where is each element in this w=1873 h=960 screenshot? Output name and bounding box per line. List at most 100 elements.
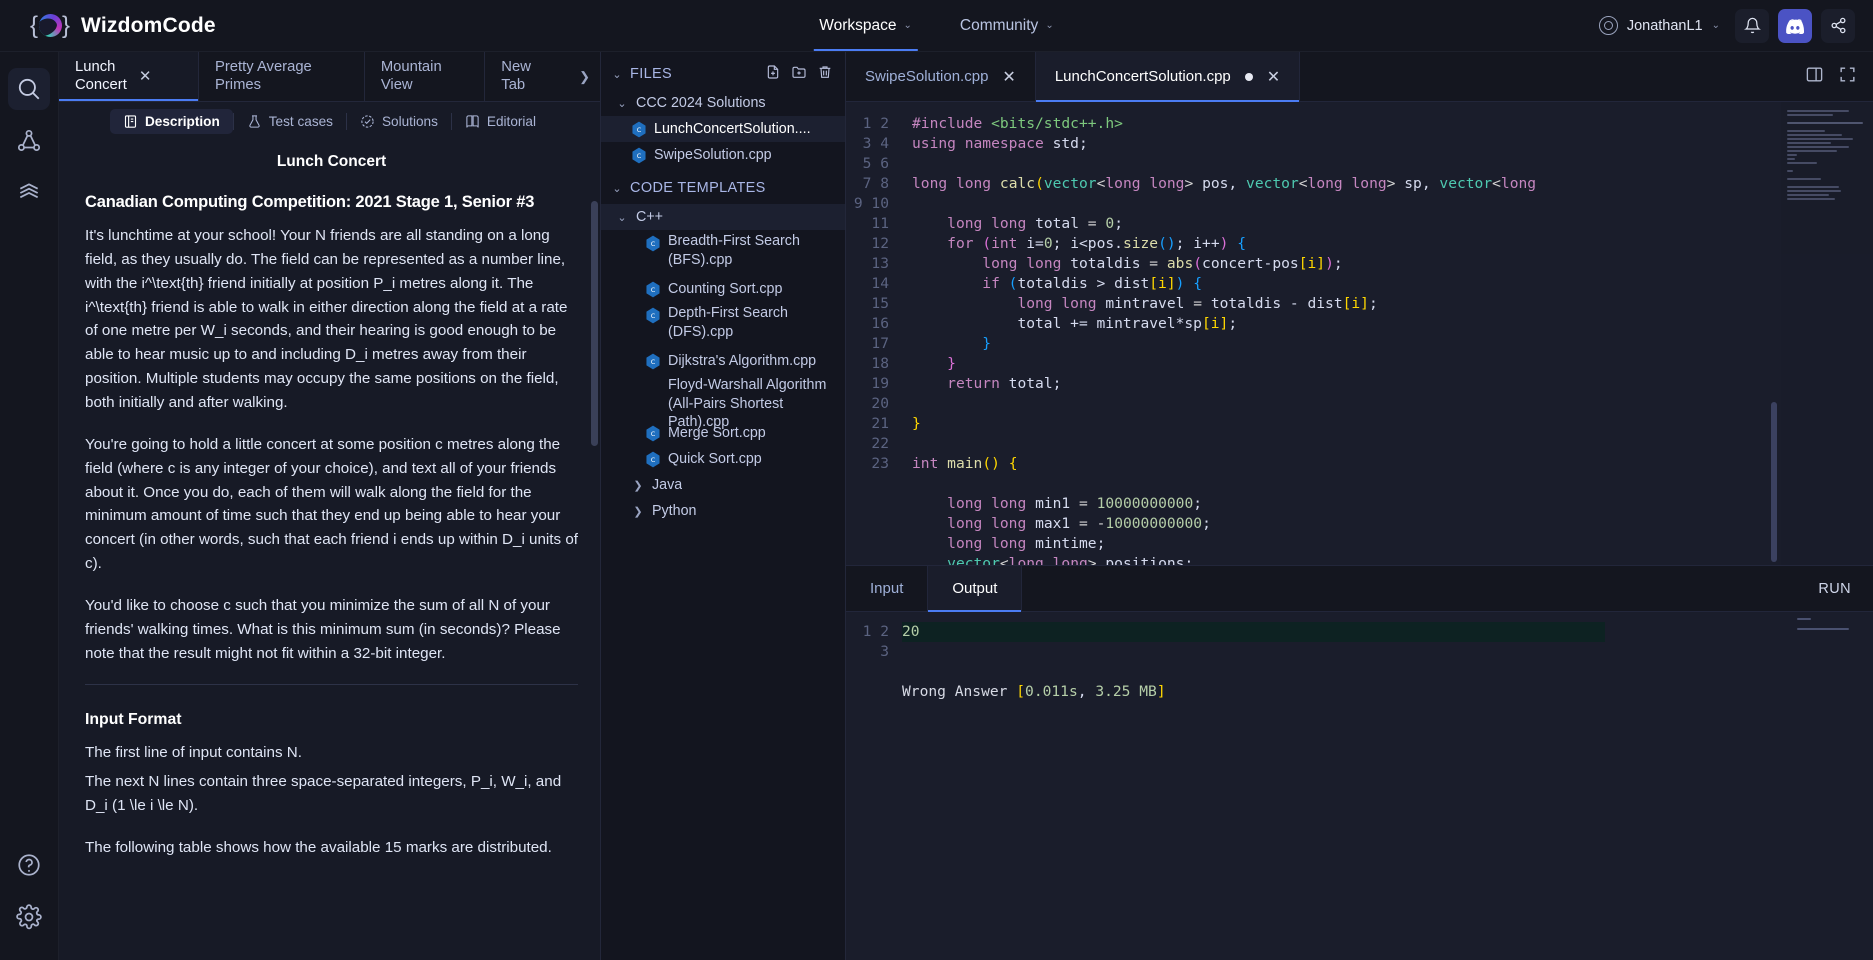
nav-item-community[interactable]: Community ⌄ xyxy=(936,0,1078,51)
cpp-file-icon: C xyxy=(645,353,661,370)
nav-item-workspace[interactable]: Workspace ⌄ xyxy=(795,0,936,51)
description-icon xyxy=(123,114,138,129)
io-panel: Input Output RUN 1 2 3 20 Wrong Answer [… xyxy=(846,565,1873,960)
brand[interactable]: { } WizdomCode xyxy=(0,9,216,43)
file-dijkstra[interactable]: C Dijkstra's Algorithm.cpp xyxy=(601,348,845,374)
help-circle-icon xyxy=(16,852,42,878)
problem-panel: Lunch Concert ✕ Pretty Average Primes Mo… xyxy=(59,52,601,960)
delete-button[interactable] xyxy=(817,64,833,84)
flask-icon xyxy=(247,114,262,129)
chevron-right-icon[interactable]: ❯ xyxy=(631,479,645,492)
tab-input[interactable]: Input xyxy=(846,566,928,611)
editor-tab-bar: SwipeSolution.cpp ✕ LunchConcertSolution… xyxy=(846,52,1873,102)
tab-test-cases-label: Test cases xyxy=(269,114,333,129)
file-label: Merge Sort.cpp xyxy=(668,425,766,441)
problem-paragraph-1: It's lunchtime at your school! Your N fr… xyxy=(85,224,578,415)
file-swipesolution[interactable]: C SwipeSolution.cpp xyxy=(601,142,845,168)
fullscreen-button[interactable] xyxy=(1838,65,1857,89)
input-format-heading: Input Format xyxy=(85,711,578,729)
rail-item-settings[interactable] xyxy=(8,896,50,938)
files-label: FILES xyxy=(630,66,672,82)
top-right-actions: JonathanL1 ⌄ xyxy=(1593,9,1873,43)
output-text: 20 Wrong Answer [0.011s, 3.25 MB] xyxy=(902,622,1873,960)
code-templates-section-header[interactable]: ⌄ CODE TEMPLATES xyxy=(601,172,845,204)
logo-right-brace: } xyxy=(62,12,70,40)
chevron-down-icon[interactable]: ⌄ xyxy=(610,68,624,81)
file-counting-sort[interactable]: C Counting Sort.cpp xyxy=(601,276,845,302)
folder-cpp[interactable]: ⌄ C++ xyxy=(601,204,845,230)
folder-label: CCC 2024 Solutions xyxy=(636,95,766,111)
rail-item-graph[interactable] xyxy=(8,120,50,162)
folder-java[interactable]: ❯ Java xyxy=(601,472,845,498)
svg-text:C: C xyxy=(651,456,656,464)
run-button[interactable]: RUN xyxy=(1796,566,1873,611)
fullscreen-icon xyxy=(1838,65,1857,84)
problem-tab-new-tab[interactable]: New Tab xyxy=(485,52,569,101)
split-editor-button[interactable] xyxy=(1805,65,1824,89)
code-text[interactable]: #include <bits/stdc++.h> using namespace… xyxy=(902,102,1873,565)
editor-tab-swipesolution[interactable]: SwipeSolution.cpp ✕ xyxy=(846,52,1036,101)
tab-editorial[interactable]: Editorial xyxy=(452,109,549,134)
unsaved-dot-icon xyxy=(1245,73,1253,81)
user-menu[interactable]: JonathanL1 ⌄ xyxy=(1593,11,1726,40)
folder-label: Java xyxy=(652,477,682,493)
logo-left-brace: { xyxy=(30,12,38,40)
problem-title: Lunch Concert xyxy=(85,153,578,171)
svg-text:C: C xyxy=(637,126,642,134)
marks-line: The following table shows how the availa… xyxy=(85,836,578,860)
code-editor[interactable]: 1 2 3 4 5 6 7 8 9 10 11 12 13 14 15 16 1… xyxy=(846,102,1873,565)
nav-item-community-label: Community xyxy=(960,17,1038,35)
new-file-button[interactable] xyxy=(765,64,781,84)
file-floyd-warshall[interactable]: Floyd-Warshall Algorithm (All-Pairs Shor… xyxy=(601,374,845,420)
problem-paragraph-3: You'd like to choose c such that you min… xyxy=(85,594,578,666)
tab-test-cases[interactable]: Test cases xyxy=(234,109,346,134)
file-label: Breadth-First Search (BFS).cpp xyxy=(668,232,837,269)
tab-solutions[interactable]: Solutions xyxy=(347,109,451,134)
activity-rail xyxy=(0,52,59,960)
code-scrollbar[interactable] xyxy=(1771,402,1777,562)
folder-python[interactable]: ❯ Python xyxy=(601,498,845,524)
problem-tab-pretty-average-primes[interactable]: Pretty Average Primes xyxy=(199,52,365,101)
tab-output[interactable]: Output xyxy=(928,566,1022,611)
new-folder-button[interactable] xyxy=(791,64,807,84)
rail-item-notes[interactable] xyxy=(8,172,50,214)
cpp-file-icon: C xyxy=(645,235,661,252)
code-line-numbers: 1 2 3 4 5 6 7 8 9 10 11 12 13 14 15 16 1… xyxy=(846,102,902,565)
chevron-down-icon: ⌄ xyxy=(904,20,912,31)
discord-button[interactable] xyxy=(1778,9,1812,43)
problem-scrollbar[interactable] xyxy=(591,201,598,446)
close-icon[interactable]: ✕ xyxy=(1002,67,1015,87)
file-dfs[interactable]: C Depth-First Search (DFS).cpp xyxy=(601,302,845,348)
share-button[interactable] xyxy=(1821,9,1855,43)
close-icon[interactable]: ✕ xyxy=(1267,67,1280,87)
problem-tab-lunch-concert[interactable]: Lunch Concert ✕ xyxy=(59,52,199,101)
problem-tab-mountain-view[interactable]: Mountain View xyxy=(365,52,485,101)
folder-ccc-2024-solutions[interactable]: ⌄ CCC 2024 Solutions xyxy=(601,90,845,116)
code-minimap[interactable] xyxy=(1781,102,1873,565)
chevron-down-icon[interactable]: ⌄ xyxy=(615,211,629,224)
svg-text:C: C xyxy=(651,240,656,248)
output-memory: 3.25 MB xyxy=(1095,683,1157,700)
chevron-down-icon[interactable]: ⌄ xyxy=(615,97,629,110)
problem-tab-label: Pretty Average Primes xyxy=(215,59,348,93)
editor-tab-lunchconcertsolution[interactable]: LunchConcertSolution.cpp ✕ xyxy=(1036,52,1300,101)
rail-item-search[interactable] xyxy=(8,68,50,110)
file-label: Dijkstra's Algorithm.cpp xyxy=(668,353,816,369)
cpp-file-icon: C xyxy=(645,307,661,324)
share-icon xyxy=(1830,17,1847,34)
file-lunchconcertsolution[interactable]: C LunchConcertSolution.... xyxy=(601,116,845,142)
chevron-right-icon[interactable]: ❯ xyxy=(569,52,600,101)
file-label: Depth-First Search (DFS).cpp xyxy=(668,304,837,341)
close-icon[interactable]: ✕ xyxy=(139,68,152,85)
file-quick-sort[interactable]: C Quick Sort.cpp xyxy=(601,446,845,472)
files-section-header[interactable]: ⌄ FILES xyxy=(601,58,845,90)
rail-item-help[interactable] xyxy=(8,844,50,886)
chevron-right-icon[interactable]: ❯ xyxy=(631,505,645,518)
wizdom-orb-logo: { } xyxy=(30,9,70,43)
problem-tab-label: Mountain View xyxy=(381,59,468,93)
chevron-down-icon[interactable]: ⌄ xyxy=(610,182,624,195)
output-time: 0.011s xyxy=(1025,683,1078,700)
notifications-button[interactable] xyxy=(1735,9,1769,43)
tab-description[interactable]: Description xyxy=(110,109,233,134)
file-bfs[interactable]: C Breadth-First Search (BFS).cpp xyxy=(601,230,845,276)
